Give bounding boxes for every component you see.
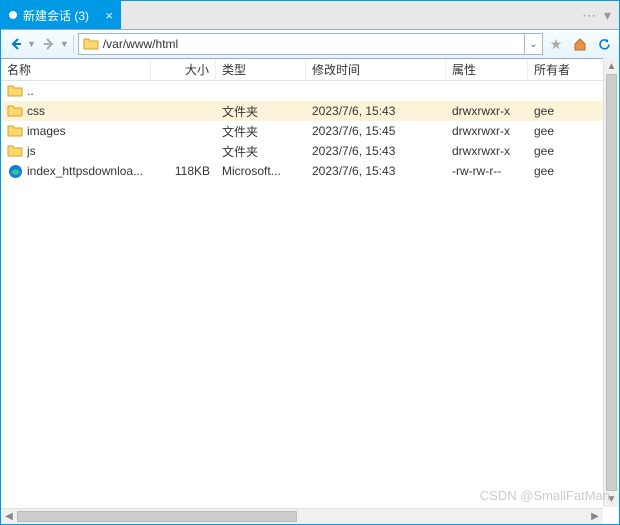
- arrow-right-icon: [42, 37, 56, 51]
- file-name: ..: [27, 84, 34, 98]
- file-mtime: 2023/7/6, 15:43: [306, 101, 446, 121]
- separator: [73, 35, 74, 53]
- table-row[interactable]: images文件夹2023/7/6, 15:45drwxrwxr-xgee: [1, 121, 619, 141]
- file-size: [151, 101, 216, 121]
- file-name: images: [27, 124, 66, 138]
- scroll-thumb-h[interactable]: [17, 511, 297, 522]
- folder-icon: [7, 103, 23, 119]
- refresh-button[interactable]: [593, 33, 615, 55]
- back-button[interactable]: [5, 33, 27, 55]
- session-indicator-icon: [9, 11, 17, 19]
- watermark: CSDN @SmallFatMan: [480, 488, 610, 503]
- scroll-thumb-v[interactable]: [606, 74, 617, 491]
- file-attr: drwxrwxr-x: [446, 101, 528, 121]
- address-bar[interactable]: ⌄: [78, 33, 543, 55]
- header-type[interactable]: 类型: [216, 59, 306, 80]
- column-headers[interactable]: 名称 大小 类型 修改时间 属性 所有者: [1, 59, 619, 81]
- titlebar: 新建会话 (3) × ⋯ ▾: [1, 1, 619, 29]
- horizontal-scrollbar[interactable]: ◀ ▶: [1, 508, 603, 524]
- folder-up-icon: [7, 83, 23, 99]
- file-mtime: 2023/7/6, 15:43: [306, 161, 446, 181]
- session-tab[interactable]: 新建会话 (3) ×: [1, 1, 121, 29]
- folder-icon: [7, 123, 23, 139]
- folder-icon: [7, 143, 23, 159]
- file-size: [151, 121, 216, 141]
- address-dropdown-icon[interactable]: ⌄: [524, 34, 542, 54]
- file-type: 文件夹: [216, 101, 306, 121]
- more-icon[interactable]: ⋯: [582, 7, 596, 24]
- file-mtime: [306, 81, 446, 101]
- chevron-down-icon[interactable]: ▾: [604, 7, 611, 24]
- titlebar-controls: ⋯ ▾: [582, 1, 619, 29]
- close-tab-icon[interactable]: ×: [105, 8, 113, 23]
- file-name: css: [27, 104, 45, 118]
- file-size: 118KB: [151, 161, 216, 181]
- file-size: [151, 141, 216, 161]
- folder-icon: [79, 37, 103, 51]
- bookmark-button[interactable]: ★: [545, 33, 567, 55]
- header-name[interactable]: 名称: [1, 59, 151, 80]
- file-mtime: 2023/7/6, 15:45: [306, 121, 446, 141]
- edge-icon: [7, 163, 23, 179]
- file-name: index_httpsdownloa...: [27, 164, 143, 178]
- scroll-up-icon[interactable]: ▲: [604, 58, 619, 74]
- file-mtime: 2023/7/6, 15:43: [306, 141, 446, 161]
- table-row[interactable]: ..: [1, 81, 619, 101]
- table-row[interactable]: index_httpsdownloa... 118KBMicrosoft...20…: [1, 161, 619, 181]
- back-history-icon[interactable]: ▼: [27, 39, 36, 49]
- vertical-scrollbar[interactable]: ▲ ▼: [603, 58, 619, 507]
- tab-title: 新建会话 (3): [23, 7, 99, 24]
- forward-history-icon[interactable]: ▼: [60, 39, 69, 49]
- file-type: 文件夹: [216, 141, 306, 161]
- file-type: [216, 81, 306, 101]
- forward-button[interactable]: [38, 33, 60, 55]
- header-mtime[interactable]: 修改时间: [306, 59, 446, 80]
- file-type: Microsoft...: [216, 161, 306, 181]
- file-attr: drwxrwxr-x: [446, 141, 528, 161]
- file-attr: [446, 81, 528, 101]
- table-row[interactable]: js文件夹2023/7/6, 15:43drwxrwxr-xgee: [1, 141, 619, 161]
- arrow-left-icon: [9, 37, 23, 51]
- home-icon: [573, 37, 587, 51]
- refresh-icon: [597, 37, 612, 52]
- file-type: 文件夹: [216, 121, 306, 141]
- toolbar: ▼ ▼ ⌄ ★: [1, 29, 619, 59]
- scroll-right-icon[interactable]: ▶: [587, 509, 603, 524]
- scroll-track-h: [297, 509, 587, 524]
- file-size: [151, 81, 216, 101]
- scroll-left-icon[interactable]: ◀: [1, 509, 17, 524]
- file-attr: -rw-rw-r--: [446, 161, 528, 181]
- file-name: js: [27, 144, 36, 158]
- file-listing: 名称 大小 类型 修改时间 属性 所有者 ..css文件夹2023/7/6, 1…: [1, 59, 619, 524]
- file-rows: ..css文件夹2023/7/6, 15:43drwxrwxr-xgeeimag…: [1, 81, 619, 524]
- home-button[interactable]: [569, 33, 591, 55]
- header-size[interactable]: 大小: [151, 59, 216, 80]
- path-input[interactable]: [103, 37, 524, 51]
- file-attr: drwxrwxr-x: [446, 121, 528, 141]
- table-row[interactable]: css文件夹2023/7/6, 15:43drwxrwxr-xgee: [1, 101, 619, 121]
- header-attr[interactable]: 属性: [446, 59, 528, 80]
